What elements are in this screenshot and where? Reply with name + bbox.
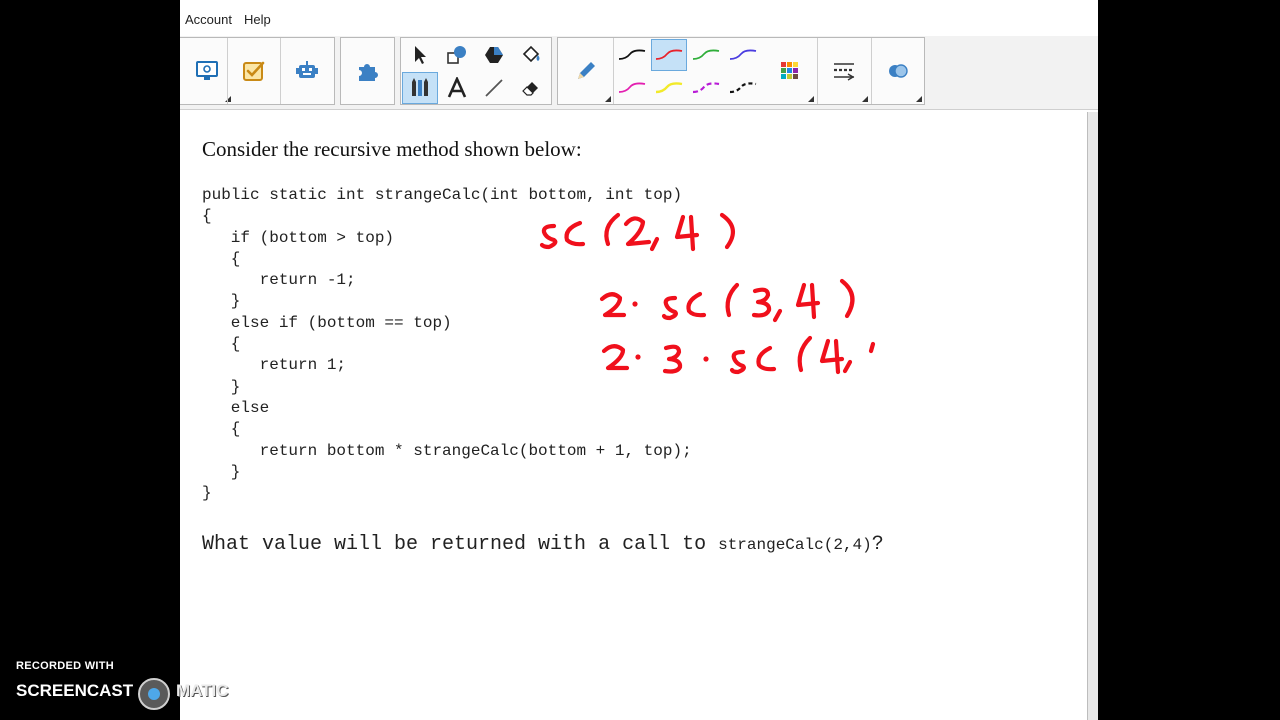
arrow-pointer-icon: [415, 46, 426, 64]
notebook-page[interactable]: Consider the recursive method shown belo…: [180, 111, 1087, 720]
pen-stroke-swatch: [655, 49, 683, 60]
shapes-tool-button[interactable]: [439, 39, 475, 71]
pen-stroke-swatch: [692, 82, 720, 94]
color-palette-button[interactable]: [764, 38, 816, 104]
watermark-brand-left: SCREENCAST: [16, 681, 134, 700]
screencast-watermark: RECORDED WITH SCREENCAST MATIC: [16, 660, 246, 710]
notebook-window: Account Help Consider the recursive meth…: [180, 0, 1098, 720]
pen-style-1[interactable]: [614, 39, 650, 71]
pens-tool-button[interactable]: [402, 72, 438, 104]
pencil-icon: [578, 62, 595, 79]
toolbar-group-extensions: [340, 37, 395, 105]
eraser-tool-button[interactable]: [513, 72, 549, 104]
pen-style-7[interactable]: [688, 72, 724, 104]
toolbar: [180, 36, 1098, 110]
dropdown-corner-icon[interactable]: [605, 96, 611, 102]
pen-style-5[interactable]: [614, 72, 650, 104]
line-style-button[interactable]: [818, 38, 870, 104]
hexagon-icon: [485, 47, 503, 63]
screencast-logo-icon: [138, 678, 170, 710]
pen-button[interactable]: [559, 38, 613, 104]
color-grid-icon: [781, 62, 798, 79]
pen-style-8[interactable]: [725, 72, 761, 104]
monitor-icon: [196, 61, 218, 80]
ink-line-1: [539, 212, 735, 252]
addons-button[interactable]: [281, 38, 333, 104]
extensions-button[interactable]: [342, 38, 394, 104]
pen-style-3[interactable]: [688, 39, 724, 71]
pen-style-6[interactable]: [651, 72, 687, 104]
regular-polygons-button[interactable]: [476, 39, 512, 71]
dropdown-corner-icon[interactable]: [916, 96, 922, 102]
toolbar-group-tools: [400, 37, 552, 105]
paint-bucket-icon: [522, 45, 540, 63]
pen-stroke-swatch: [692, 49, 720, 60]
menu-account[interactable]: Account: [185, 12, 232, 27]
pens-icon: [412, 78, 428, 96]
handwritten-annotations[interactable]: [180, 111, 1087, 720]
watermark-brand-right: MATIC: [176, 681, 229, 700]
pen-stroke-swatch: [618, 82, 646, 93]
checkbox-icon: [243, 61, 265, 81]
puzzle-icon: [359, 64, 378, 81]
watermark-top-text: RECORDED WITH: [16, 660, 115, 672]
vertical-scrollbar[interactable]: [1087, 112, 1098, 720]
ink-line-3: [601, 335, 876, 375]
dropdown-corner-icon[interactable]: [808, 96, 814, 102]
pen-style-4[interactable]: [725, 39, 761, 71]
text-tool-button[interactable]: [439, 72, 475, 104]
display-button[interactable]: [181, 38, 233, 104]
transparency-button[interactable]: [872, 38, 924, 104]
line-weights-icon: [834, 63, 855, 81]
robot-icon: [296, 61, 318, 78]
eraser-icon: [522, 82, 538, 96]
dropdown-corner-icon[interactable]: [862, 96, 868, 102]
line-icon: [485, 79, 503, 97]
pen-stroke-swatch: [618, 49, 646, 60]
menu-bar: Account Help: [180, 0, 1098, 36]
select-tool-button[interactable]: [402, 39, 438, 71]
text-a-icon: [447, 77, 467, 98]
pen-style-2[interactable]: [651, 39, 687, 71]
pen-stroke-swatch: [729, 82, 757, 94]
toolbar-group-pen-properties: [557, 37, 925, 105]
overlapping-circles-icon: [889, 64, 908, 78]
menu-help[interactable]: Help: [244, 12, 271, 27]
watermark-brand: SCREENCAST MATIC: [16, 678, 246, 710]
pen-stroke-swatch: [729, 49, 757, 60]
line-tool-button[interactable]: [476, 72, 512, 104]
fill-tool-button[interactable]: [513, 39, 549, 71]
pen-stroke-swatch: [655, 82, 683, 94]
toolbar-group-main: [180, 37, 335, 105]
ink-line-2: [599, 278, 855, 323]
response-button[interactable]: [228, 38, 280, 104]
shapes-icon: [447, 46, 466, 64]
